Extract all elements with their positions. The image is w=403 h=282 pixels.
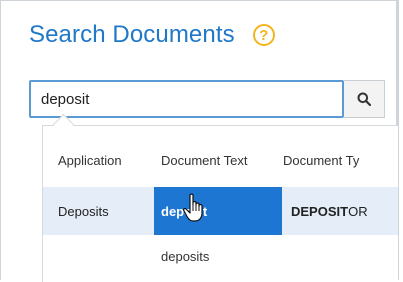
search-button[interactable] <box>344 80 385 118</box>
document-type-remainder: OR <box>348 203 368 219</box>
title-row: Search Documents ? <box>29 18 275 52</box>
page-title: Search Documents <box>29 21 235 48</box>
cell-application: Deposits <box>58 203 109 219</box>
search-icon <box>357 92 371 106</box>
cell-document-type: DEPOSIT OR <box>291 187 368 235</box>
autocomplete-dropdown: Application Document Text Document Ty De… <box>42 125 398 282</box>
match-highlight: DEPOSIT <box>291 203 349 219</box>
suggestion-item[interactable]: deposits <box>161 249 209 264</box>
search-input[interactable] <box>29 80 344 118</box>
column-header-document-type: Document Ty <box>283 153 360 168</box>
result-row[interactable]: Deposits deposit DEPOSITOR <box>43 187 398 235</box>
search-bar <box>29 80 398 118</box>
column-header-application: Application <box>58 153 122 168</box>
dropdown-header: Application Document Text Document Ty <box>43 153 398 173</box>
help-icon[interactable]: ? <box>252 24 275 46</box>
column-header-document-text: Document Text <box>161 153 248 168</box>
hand-pointer-icon <box>183 193 203 222</box>
cell-document-text-selected[interactable]: deposit <box>154 187 282 235</box>
